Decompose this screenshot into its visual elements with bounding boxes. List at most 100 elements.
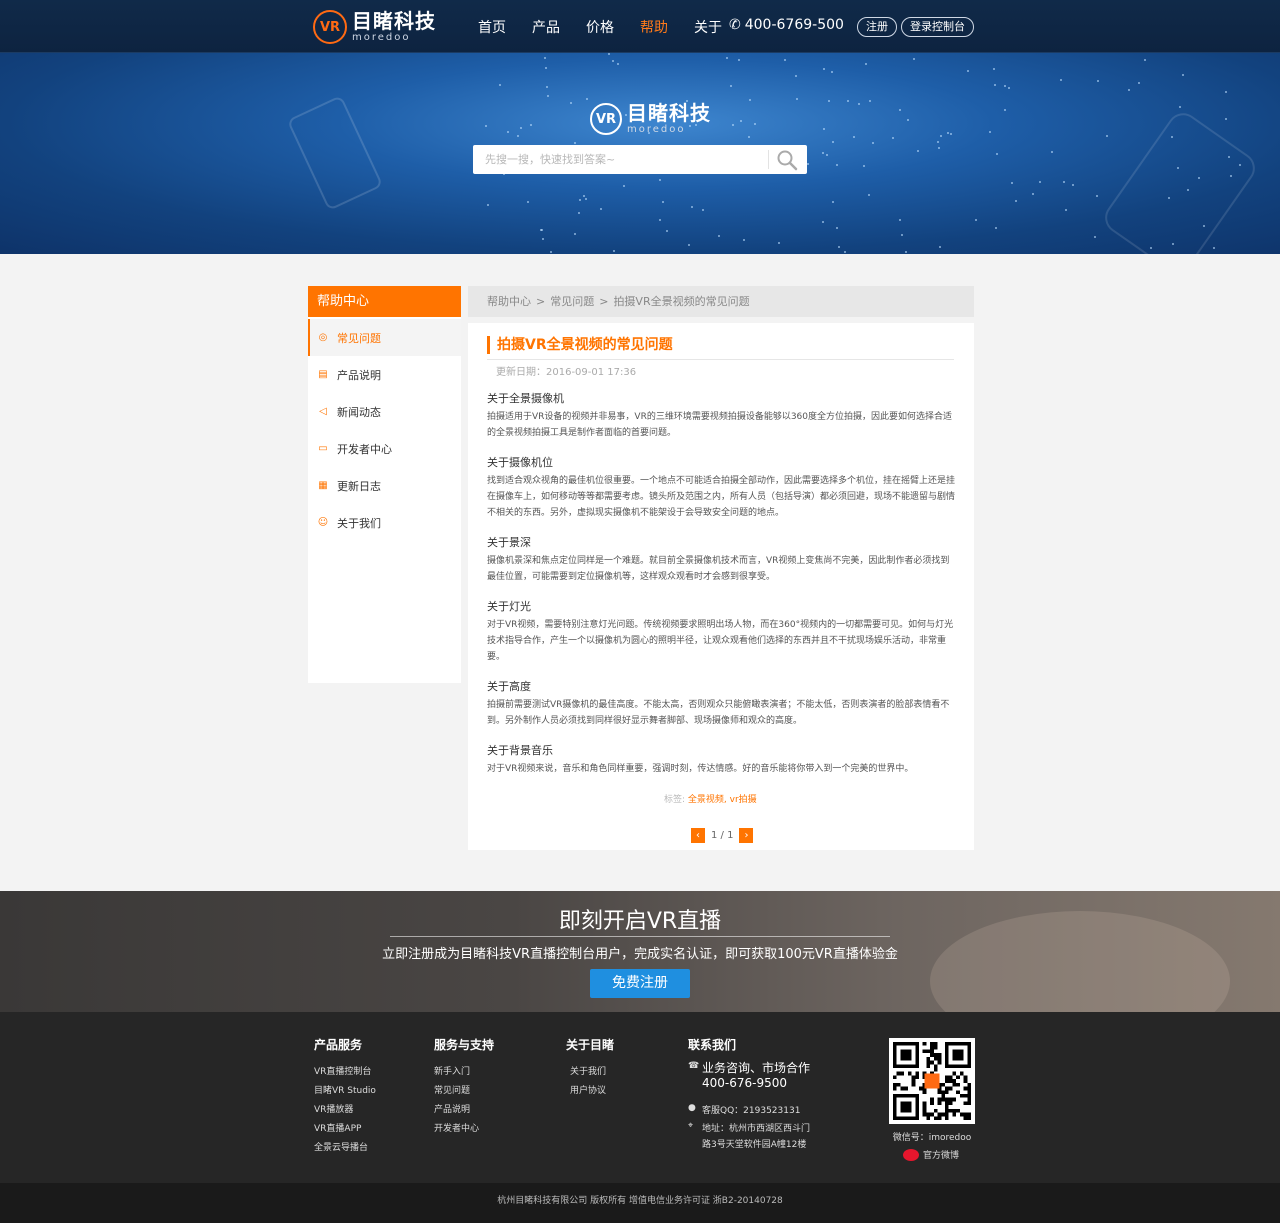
star-dot xyxy=(666,230,668,232)
star-dot xyxy=(947,132,949,134)
star-dot xyxy=(585,198,587,200)
star-dot xyxy=(1213,247,1215,249)
tags-label: 标签: xyxy=(664,795,686,805)
star-dot xyxy=(545,67,547,69)
star-dot xyxy=(869,100,871,102)
star-dot xyxy=(1179,106,1181,108)
star-dot xyxy=(1168,197,1170,199)
sidebar-item-changelog[interactable]: ▦ 更新日志 xyxy=(308,467,461,504)
nav-pricing[interactable]: 价格 xyxy=(586,17,614,37)
star-dot xyxy=(547,95,549,97)
breadcrumb-help-center[interactable]: 帮助中心 xyxy=(487,295,531,308)
star-dot xyxy=(485,125,487,127)
section-heading: 关于全景摄像机 xyxy=(487,392,564,405)
star-dot xyxy=(1065,209,1067,211)
breadcrumb-faq[interactable]: 常见问题 xyxy=(550,295,594,308)
sidebar-item-about[interactable]: ☺ 关于我们 xyxy=(308,504,461,541)
footer-link[interactable]: 常见问题 xyxy=(434,1082,494,1101)
footer-link[interactable]: 开发者中心 xyxy=(434,1120,494,1139)
star-dot xyxy=(995,227,997,229)
star-dot xyxy=(748,136,750,138)
star-dot xyxy=(1039,181,1041,183)
section-body: 拍摄适用于VR设备的视频并非易事，VR的三维环境需要视频拍摄设备能够以360度全… xyxy=(487,412,953,438)
login-console-button[interactable]: 登录控制台 xyxy=(901,17,974,37)
next-page-button[interactable]: › xyxy=(739,828,754,843)
star-dot xyxy=(778,242,780,244)
star-dot xyxy=(868,194,870,196)
star-dot xyxy=(993,68,995,70)
footer-link[interactable]: 目睹VR Studio xyxy=(314,1082,376,1101)
sidebar-item-news[interactable]: ◁ 新闻动态 xyxy=(308,393,461,430)
star-dot xyxy=(1225,91,1227,93)
tags-value[interactable]: 全景视频, vr拍摄 xyxy=(688,795,757,805)
star-dot xyxy=(1072,184,1074,186)
breadcrumb-current: 拍摄VR全景视频的常见问题 xyxy=(613,295,750,308)
star-dot xyxy=(659,179,661,181)
pagination: ‹ 1 / 1 › xyxy=(691,828,754,843)
main-nav: 首页 产品 价格 帮助 关于 xyxy=(478,17,748,37)
section-body: 摄像机景深和焦点定位同样是一个难题。就目前全景摄像机技术而言，VR视频上变焦尚不… xyxy=(487,556,950,582)
hero-logo-en: moredoo xyxy=(627,124,686,135)
star-dot xyxy=(527,201,529,203)
sidebar-item-product-docs[interactable]: ▤ 产品说明 xyxy=(308,356,461,393)
star-dot xyxy=(749,99,751,101)
star-dot xyxy=(542,238,544,240)
footer-link[interactable]: 用户协议 xyxy=(566,1082,614,1101)
hero-logo-mark: VR xyxy=(590,103,622,135)
star-dot xyxy=(832,201,834,203)
weibo-link[interactable]: 官方微博 xyxy=(903,1148,959,1161)
star-dot xyxy=(838,246,840,248)
footer-link[interactable]: 产品说明 xyxy=(434,1101,494,1120)
star-dot xyxy=(899,219,901,221)
footer-link[interactable]: VR直播控制台 xyxy=(314,1063,376,1082)
nav-home[interactable]: 首页 xyxy=(478,17,506,37)
search-icon[interactable] xyxy=(775,148,799,172)
star-dot xyxy=(487,204,489,206)
star-dot xyxy=(600,208,602,210)
sidebar-item-label: 开发者中心 xyxy=(337,442,392,456)
star-dot xyxy=(586,98,588,100)
address-line: 地址：杭州市西湖区西斗门 xyxy=(702,1124,811,1134)
sidebar-item-faq[interactable]: ◎ 常见问题 xyxy=(308,319,461,356)
star-dot xyxy=(892,137,894,139)
search-input[interactable] xyxy=(473,145,768,174)
star-dot xyxy=(795,75,797,77)
logo[interactable]: VR 目睹科技 moredoo xyxy=(313,10,436,44)
footer-link[interactable]: 全景云导播台 xyxy=(314,1139,376,1158)
star-dot xyxy=(939,246,941,248)
star-dot xyxy=(613,250,615,252)
help-sidebar: 帮助中心 ◎ 常见问题 ▤ 产品说明 ◁ 新闻动态 ▭ 开发者中心 ▦ 更新日志… xyxy=(308,286,461,683)
nav-help[interactable]: 帮助 xyxy=(640,17,668,37)
nav-about[interactable]: 关于 xyxy=(694,17,722,37)
hotline: ✆ 400-6769-500 xyxy=(729,17,844,33)
nav-products[interactable]: 产品 xyxy=(532,17,560,37)
footer-col-title: 联系我们 xyxy=(688,1038,737,1052)
free-register-button[interactable]: 免费注册 xyxy=(590,969,690,998)
star-dot xyxy=(1060,79,1062,81)
star-dot xyxy=(865,63,867,65)
star-dot xyxy=(718,235,720,237)
footer-col-support: 服务与支持 新手入门 常见问题 产品说明 开发者中心 xyxy=(434,1036,494,1139)
cta-banner: 即刻开启VR直播 立即注册成为目睹科技VR直播控制台用户，完成实名认证，即可获取… xyxy=(0,891,1280,1012)
phone-outline-decoration xyxy=(286,95,384,211)
star-dot xyxy=(853,136,855,138)
monitor-icon: ▭ xyxy=(318,442,328,454)
sidebar-item-developer[interactable]: ▭ 开发者中心 xyxy=(308,430,461,467)
star-dot xyxy=(617,63,619,65)
star-dot xyxy=(691,206,693,208)
star-dot xyxy=(520,127,522,129)
prev-page-button[interactable]: ‹ xyxy=(691,828,705,843)
article-section: 关于高度 拍摄前需要测试VR摄像机的最佳高度。不能太高，否则观众只能俯瞰表演者；… xyxy=(487,678,957,729)
star-dot xyxy=(1032,193,1034,195)
footer-link[interactable]: VR直播APP xyxy=(314,1120,376,1139)
footer-link[interactable]: VR播放器 xyxy=(314,1101,376,1120)
footer-link[interactable]: 关于我们 xyxy=(566,1063,614,1082)
footer-link[interactable]: 新手入门 xyxy=(434,1063,494,1082)
star-dot xyxy=(1172,243,1174,245)
business-label: 业务咨询、市场合作 xyxy=(702,1061,811,1075)
register-button[interactable]: 注册 xyxy=(857,17,897,37)
star-dot xyxy=(578,212,580,214)
star-dot xyxy=(1128,89,1130,91)
logo-text-cn: 目睹科技 xyxy=(352,9,436,33)
star-dot xyxy=(1198,177,1200,179)
